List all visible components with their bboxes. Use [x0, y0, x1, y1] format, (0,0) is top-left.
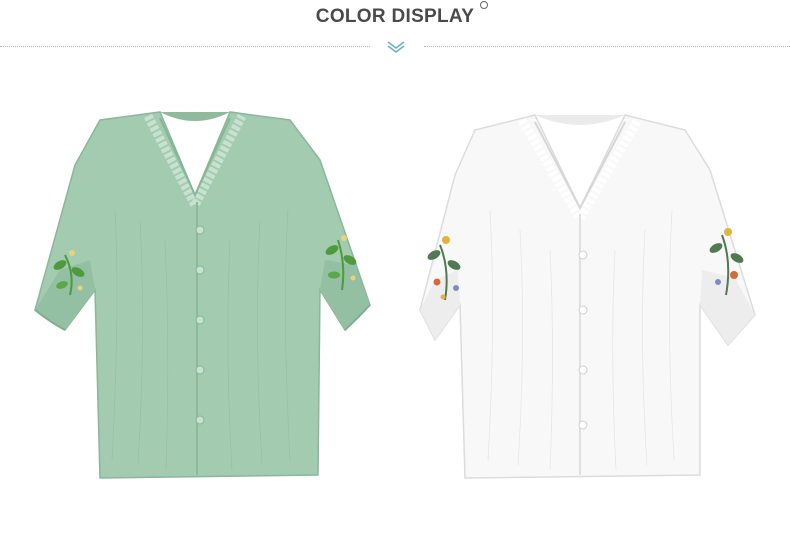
green-blouse-image: [34, 111, 371, 479]
chevron-down-icon: [387, 41, 405, 53]
section-header: COLOR DISPLAY: [0, 0, 790, 60]
divider-right: [424, 46, 790, 47]
product-image-white-blouse: [410, 90, 770, 490]
degree-mark-icon: [480, 1, 488, 9]
product-image-green-blouse: [20, 90, 380, 490]
divider-left: [0, 46, 370, 47]
white-blouse-image: [419, 114, 756, 479]
section-title: COLOR DISPLAY: [315, 6, 475, 27]
